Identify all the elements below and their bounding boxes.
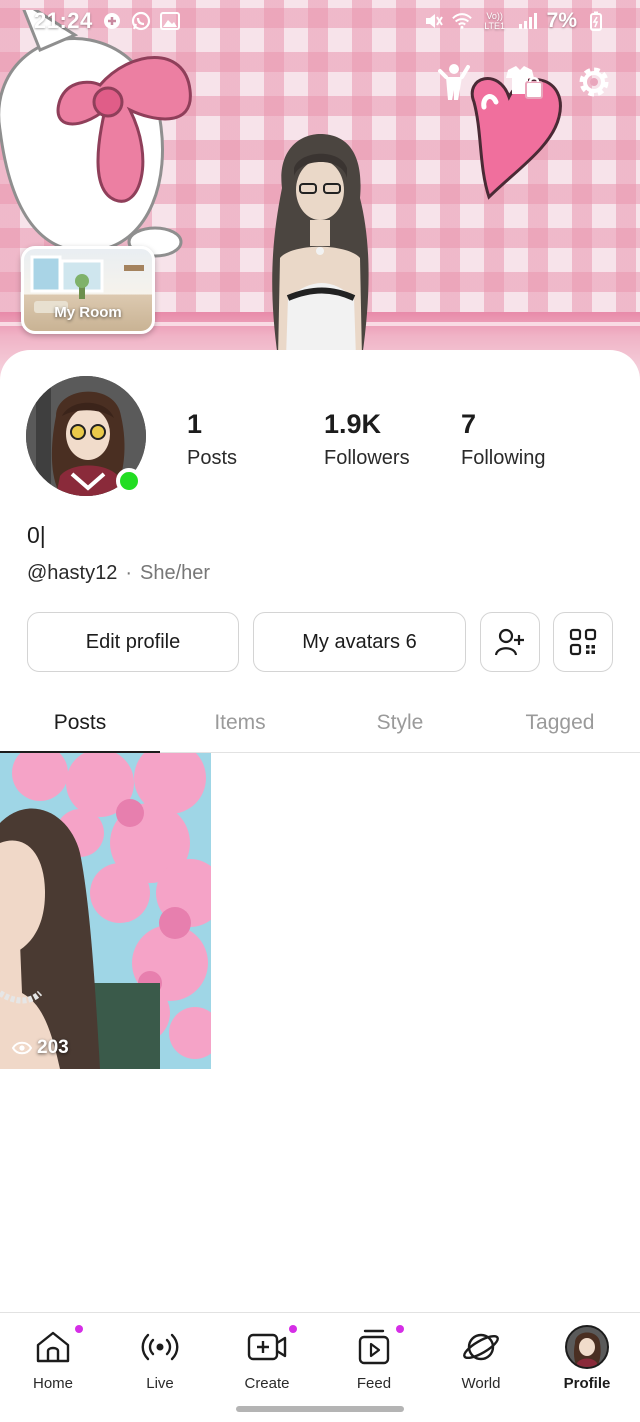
- nav-world-label: World: [461, 1375, 501, 1392]
- cat-illustration: [0, 10, 192, 258]
- post-views: 203: [12, 1037, 69, 1059]
- qr-code-icon: [569, 628, 597, 656]
- status-bar: 21:24 Vo)) LTE1 7%: [0, 0, 640, 42]
- whatsapp-icon: [131, 11, 151, 31]
- add-friend-button[interactable]: [480, 612, 540, 672]
- tab-style[interactable]: Style: [320, 693, 480, 753]
- nav-create[interactable]: Create: [214, 1325, 320, 1395]
- stat-posts[interactable]: 1 Posts: [187, 408, 237, 470]
- stat-followers[interactable]: 1.9K Followers: [324, 408, 410, 470]
- nav-create-label: Create: [244, 1375, 290, 1392]
- following-count: 7: [461, 409, 477, 439]
- pronouns: She/her: [140, 562, 211, 584]
- nav-feed-label: Feed: [356, 1375, 392, 1392]
- avatar-figure: [272, 133, 369, 358]
- battery-percent: 7%: [546, 9, 577, 32]
- status-time: 21:24: [34, 8, 93, 33]
- posts-label: Posts: [187, 447, 238, 469]
- profile-banner: 21:24 Vo)) LTE1 7% My Room: [0, 0, 640, 380]
- followers-count: 1.9K: [324, 409, 382, 439]
- profile-tabs: Posts Items Style Tagged: [0, 693, 640, 755]
- add-user-icon: [495, 628, 524, 656]
- home-indicator[interactable]: [236, 1406, 404, 1412]
- avatar-pose-icon: [438, 64, 470, 100]
- post-thumbnail[interactable]: 203: [0, 753, 211, 1069]
- notification-icon: [102, 11, 122, 31]
- my-avatars-button[interactable]: My avatars 6: [253, 612, 466, 672]
- home-notification-dot: [75, 1325, 83, 1333]
- followers-label: Followers: [324, 447, 410, 469]
- following-label: Following: [461, 447, 546, 469]
- tab-items[interactable]: Items: [160, 693, 320, 753]
- edit-profile-button[interactable]: Edit profile: [27, 612, 239, 672]
- mute-icon: [423, 11, 443, 31]
- eye-icon: [12, 1041, 32, 1055]
- nav-home[interactable]: Home: [0, 1325, 106, 1395]
- post-image: [0, 753, 211, 1069]
- create-icon: [247, 1333, 287, 1361]
- post-view-count: 203: [37, 1037, 69, 1058]
- posts-count: 1: [187, 409, 203, 439]
- my-room-label: My Room: [54, 304, 122, 321]
- feed-notification-dot: [396, 1325, 404, 1333]
- nav-profile-avatar: [565, 1325, 609, 1369]
- live-icon: [141, 1333, 179, 1361]
- online-status-indicator: [116, 468, 142, 494]
- nav-home-label: Home: [32, 1375, 73, 1392]
- tab-tagged[interactable]: Tagged: [480, 693, 640, 753]
- shop-outfit-icon: [506, 66, 543, 99]
- nav-live-label: Live: [146, 1375, 174, 1392]
- handle-row: @hasty12 · She/her: [27, 562, 210, 585]
- network-label: Vo)) LTE1: [484, 11, 506, 31]
- nav-profile-label: Profile: [563, 1375, 611, 1392]
- shop-button[interactable]: [504, 62, 544, 102]
- avatar-pose-button[interactable]: [434, 62, 474, 102]
- home-icon: [36, 1331, 70, 1363]
- separator-dot: ·: [125, 562, 133, 584]
- wifi-icon: [451, 11, 472, 31]
- qr-code-button[interactable]: [553, 612, 613, 672]
- feed-icon: [358, 1329, 390, 1365]
- settings-button[interactable]: [574, 62, 614, 102]
- profile-page: 21:24 Vo)) LTE1 7% My Room 1 Posts 1.9K …: [0, 0, 640, 1422]
- display-name: 0|: [27, 522, 46, 548]
- tab-posts[interactable]: Posts: [0, 693, 160, 755]
- gear-icon: [579, 67, 609, 97]
- gallery-icon: [159, 11, 180, 31]
- world-icon: [463, 1333, 499, 1361]
- banner-actions: [434, 62, 614, 102]
- profile-card: 1 Posts 1.9K Followers 7 Following 0| @h…: [0, 350, 640, 1312]
- create-notification-dot: [289, 1325, 297, 1333]
- signal-icon: [518, 11, 538, 31]
- nav-live[interactable]: Live: [107, 1325, 213, 1395]
- nav-world[interactable]: World: [428, 1325, 534, 1395]
- nav-feed[interactable]: Feed: [321, 1325, 427, 1395]
- my-room-card[interactable]: My Room: [21, 246, 155, 334]
- battery-charging-icon: [586, 11, 606, 31]
- stat-following[interactable]: 7 Following: [461, 408, 545, 470]
- username-handle: @hasty12: [27, 562, 118, 584]
- nav-profile[interactable]: Profile: [534, 1325, 640, 1395]
